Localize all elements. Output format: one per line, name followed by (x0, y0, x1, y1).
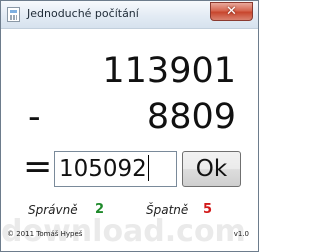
answer-input[interactable]: 105092 (54, 151, 177, 187)
app-icon (7, 7, 20, 22)
correct-label: Správně (28, 203, 78, 217)
window-title: Jednoduché počítání (27, 7, 139, 20)
ok-button[interactable]: Ok (182, 151, 241, 187)
close-button[interactable]: ✕ (210, 2, 253, 21)
correct-count: 2 (95, 202, 105, 217)
version-text: v1.0 (233, 230, 249, 238)
first-number: 113901 (102, 51, 236, 91)
app-window: Jednoduché počítání ✕ 113901 - 8809 = 10… (0, 0, 259, 252)
wrong-count: 5 (203, 202, 213, 217)
wrong-label: Špatně (146, 203, 189, 217)
copyright-text: © 2011 Tomáš Hypeš (7, 230, 83, 238)
operator-sign: - (28, 97, 41, 137)
second-number: 8809 (146, 97, 236, 137)
close-icon: ✕ (226, 4, 237, 19)
answer-value: 105092 (59, 156, 147, 182)
title-bar[interactable]: Jednoduché počítání ✕ (1, 1, 258, 29)
text-caret (147, 155, 149, 181)
equals-sign: = (23, 147, 53, 187)
